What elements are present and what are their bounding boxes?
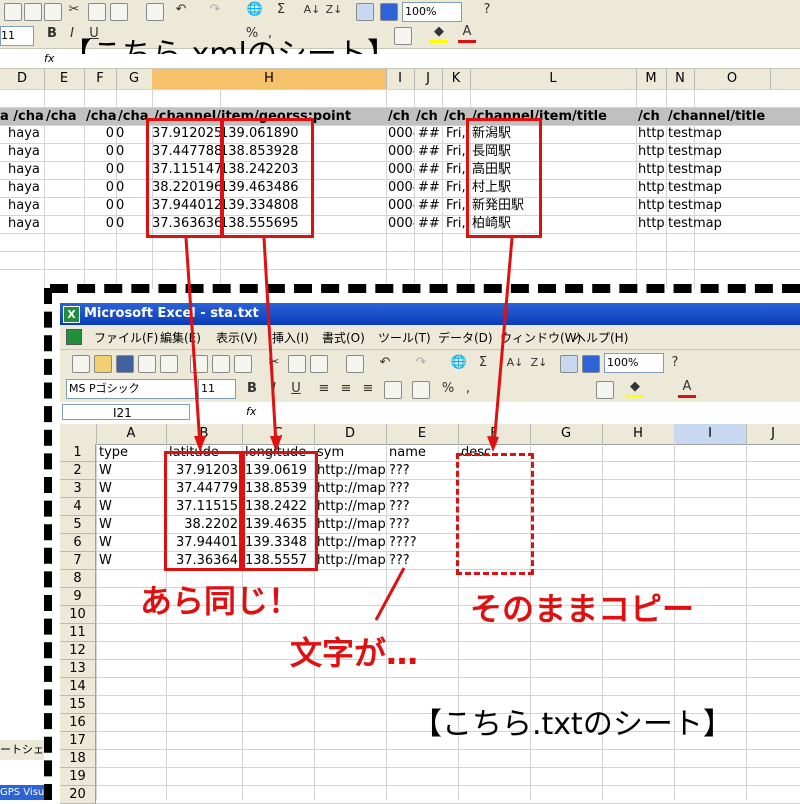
arrow-title xyxy=(492,237,514,446)
arrow-lon xyxy=(262,237,278,446)
annotation-copy: そのままコピー xyxy=(470,590,695,628)
arrowhead-lat xyxy=(194,436,206,452)
annotation-arrows xyxy=(184,237,514,621)
arrow-lat xyxy=(184,237,202,446)
annotation-same: あら同じ！ xyxy=(140,582,301,620)
annotation-chars: 文字が… xyxy=(290,634,419,672)
arrowhead-title xyxy=(487,436,499,452)
arrow-chars xyxy=(374,567,406,621)
txt-sheet-heading: 【こちら.txtのシート】 xyxy=(412,707,733,742)
arrowhead-lon xyxy=(270,436,282,452)
